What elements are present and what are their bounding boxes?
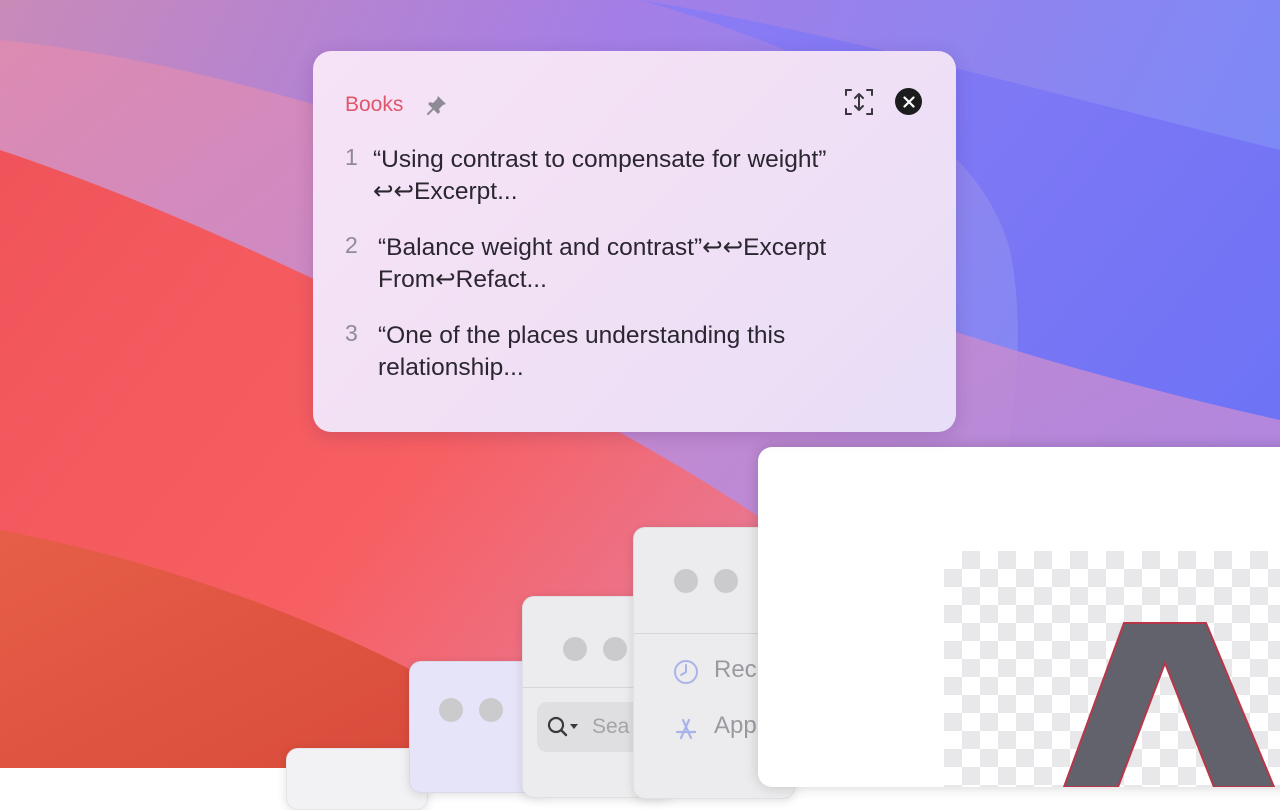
- close-icon: [902, 95, 915, 108]
- item-text: “Balance weight and contrast”↩↩Excerpt F…: [378, 234, 827, 293]
- clipboard-popover: Books 1 “Using contrast to compensate fo…: [313, 51, 956, 432]
- window-minimize-dot[interactable]: [714, 569, 738, 593]
- letter-a-glyph: [1062, 622, 1276, 787]
- pin-icon[interactable]: [426, 94, 448, 116]
- item-number: 2: [345, 232, 358, 258]
- window-minimize-dot[interactable]: [603, 637, 627, 661]
- window-minimize-dot[interactable]: [479, 698, 503, 722]
- item-number: 3: [345, 320, 358, 346]
- expand-window-icon[interactable]: [843, 86, 875, 118]
- item-text: “One of the places understanding this re…: [378, 322, 786, 381]
- search-icon: [547, 716, 578, 737]
- window-close-dot[interactable]: [563, 637, 587, 661]
- sidebar-item-label: App: [714, 712, 757, 739]
- sidebar-item-label: Rec: [714, 656, 757, 683]
- item-number: 1: [345, 144, 358, 170]
- app-store-icon: [675, 718, 697, 740]
- window-close-dot[interactable]: [674, 569, 698, 593]
- window-close-dot[interactable]: [439, 698, 463, 722]
- clock-icon: [674, 660, 698, 684]
- close-button[interactable]: [895, 88, 922, 115]
- item-text: “Using contrast to compensate for weight…: [373, 146, 827, 205]
- image-preview-window[interactable]: [758, 447, 1280, 787]
- background-window[interactable]: [286, 748, 428, 810]
- search-placeholder: Sea: [592, 715, 630, 738]
- popover-title: Books: [345, 93, 404, 116]
